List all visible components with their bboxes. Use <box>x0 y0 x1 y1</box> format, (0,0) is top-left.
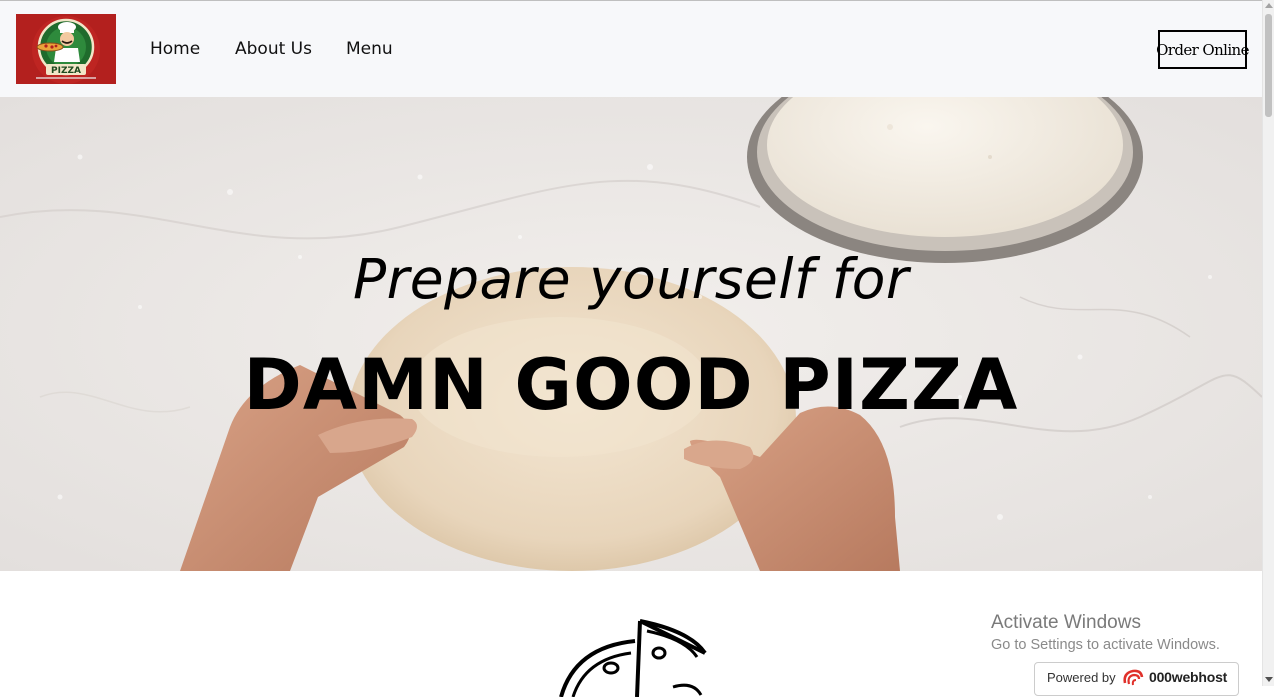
hero-section: Prepare yourself for DAMN GOOD PIZZA <box>0 97 1262 571</box>
pizza-slice-icon <box>559 619 707 697</box>
nav-link-home[interactable]: Home <box>150 39 200 59</box>
scroll-down-arrow-icon[interactable] <box>1265 677 1273 682</box>
scroll-up-arrow-icon[interactable] <box>1265 3 1273 8</box>
page: PIZZA Home About Us Menu Order Online Pr… <box>0 0 1262 697</box>
powered-by-label: Powered by <box>1047 670 1116 685</box>
vertical-scrollbar[interactable] <box>1262 0 1274 686</box>
activation-watermark-title: Activate Windows <box>991 612 1141 633</box>
activation-watermark-subtitle: Go to Settings to activate Windows. <box>991 637 1220 653</box>
logo-text: PIZZA <box>51 66 81 76</box>
hero-title: DAMN GOOD PIZZA <box>243 344 1019 426</box>
webhost-brand: 000webhost <box>1149 669 1228 685</box>
navbar: PIZZA Home About Us Menu Order Online <box>0 1 1262 97</box>
scrollbar-thumb[interactable] <box>1265 14 1272 117</box>
brand-logo[interactable]: PIZZA <box>16 14 116 84</box>
order-online-button[interactable]: Order Online <box>1156 30 1249 69</box>
hero-background-image <box>0 97 1262 571</box>
pizza-logo-icon: PIZZA <box>16 14 116 84</box>
powered-by-badge[interactable]: Powered by 000webhost <box>1034 662 1239 696</box>
nav-link-about-us[interactable]: About Us <box>235 39 312 59</box>
hero-subtitle: Prepare yourself for <box>352 247 910 311</box>
nav-link-menu[interactable]: Menu <box>346 39 393 59</box>
